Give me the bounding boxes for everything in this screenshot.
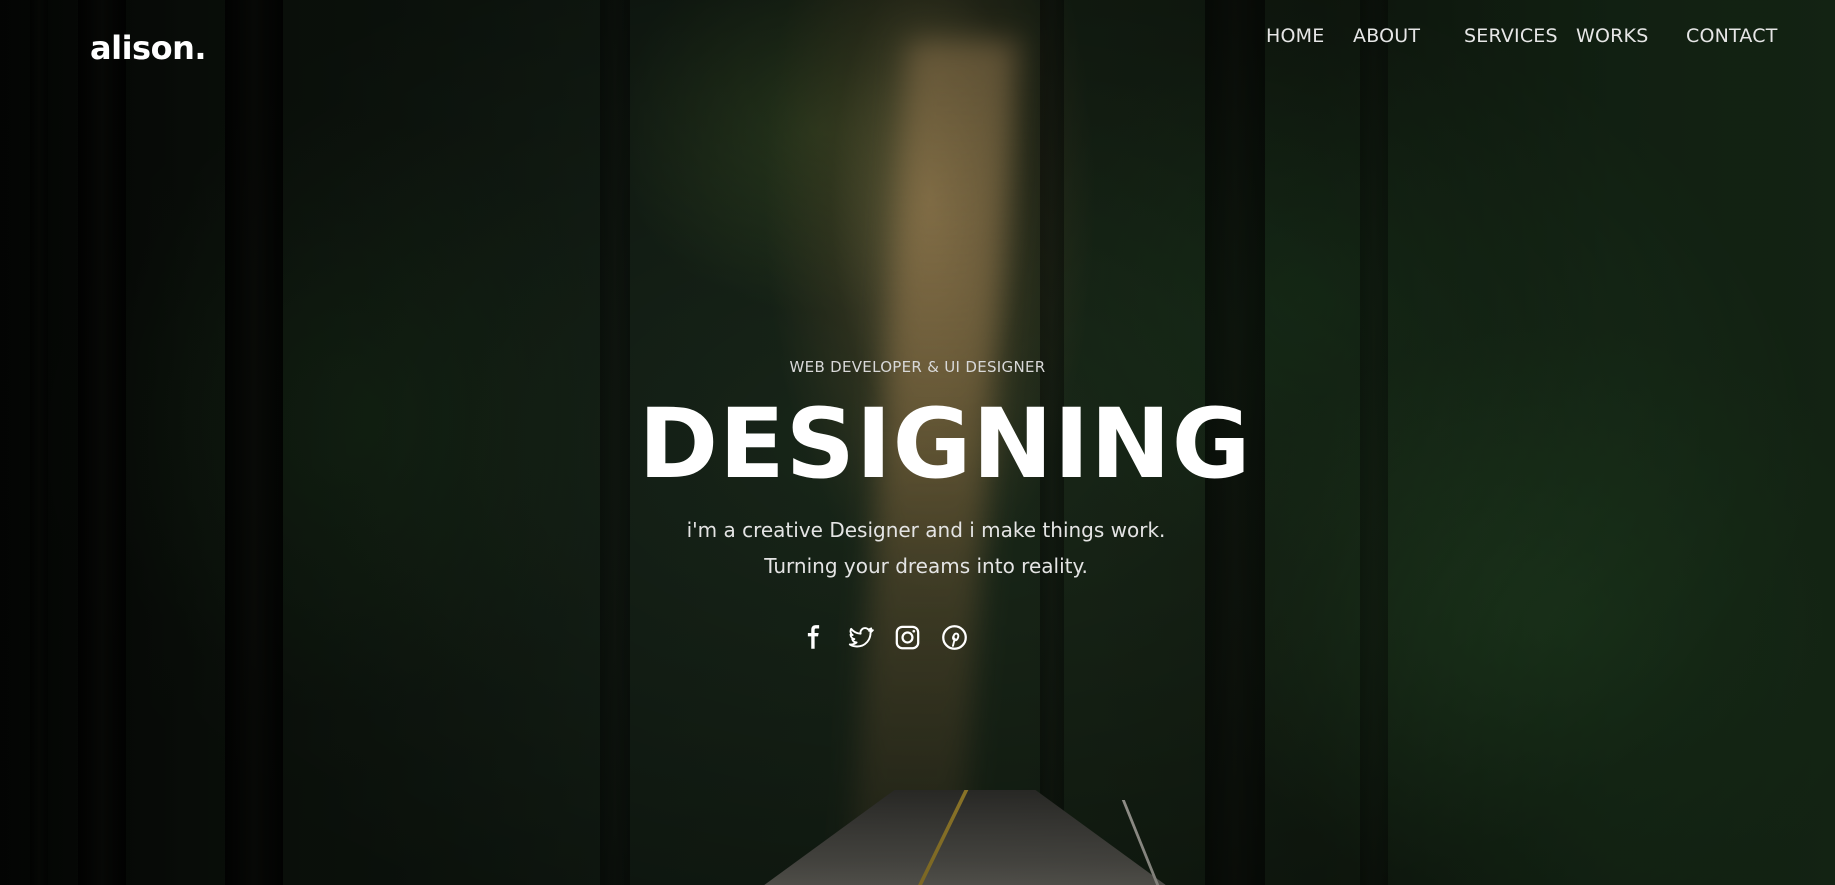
pinterest-link[interactable] [941,624,968,651]
facebook-icon [807,625,820,649]
instagram-link[interactable] [894,624,921,651]
nav-item-services[interactable]: SERVICES [1464,27,1558,46]
hero-tagline-line2: Turning your dreams into reality. [764,554,1088,578]
nav-item-works[interactable]: WORKS [1576,27,1648,46]
hero-subtitle: WEB DEVELOPER & UI DESIGNER [789,358,1046,376]
facebook-link[interactable] [800,624,827,651]
pinterest-icon [942,625,967,650]
site-logo[interactable]: alison. [90,32,207,64]
hero-tagline-line1: i'm a creative Designer and i make thing… [686,518,1166,542]
nav-item-about[interactable]: ABOUT [1353,27,1420,46]
instagram-icon [895,625,920,650]
nav-item-home[interactable]: HOME [1266,27,1324,46]
twitter-link[interactable] [847,624,874,651]
nav-item-contact[interactable]: CONTACT [1686,27,1778,46]
hero-headline: DESIGNING [638,388,1252,500]
twitter-icon [848,627,874,648]
social-links [800,624,968,651]
header-navbar: alison. HOME ABOUT SERVICES WORKS CONTAC… [0,0,1835,80]
